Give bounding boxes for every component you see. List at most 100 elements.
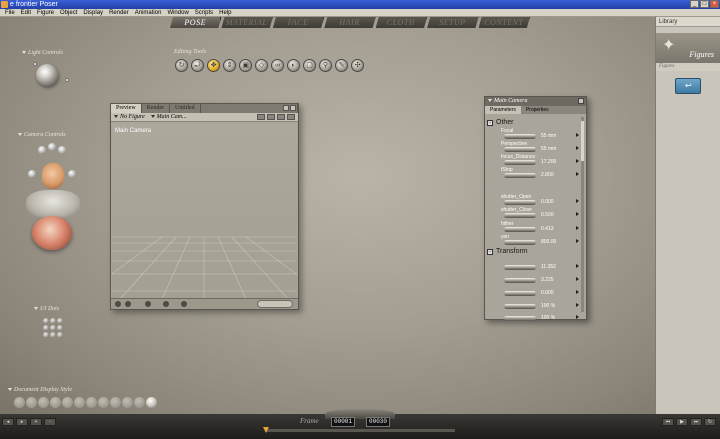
param-dial[interactable] [504,134,536,139]
display-style-button[interactable] [122,397,133,408]
maximize-button[interactable]: □ [700,0,709,8]
param-row[interactable]: Perspective 55 mm [501,141,581,153]
morphing-tool-icon[interactable]: ✎ [335,59,348,72]
light-control-ball[interactable] [36,64,58,86]
light-indicator-icon[interactable] [65,78,69,82]
delete-key-button[interactable]: - [44,418,56,426]
param-row[interactable]: 3.225 [501,272,581,284]
collapse-toggle-icon[interactable]: - [487,119,493,126]
dropdown-arrow-icon[interactable] [488,99,492,103]
camera-select-icon[interactable] [58,146,66,154]
ui-dot[interactable] [57,332,63,338]
ui-dot[interactable] [50,318,56,324]
display-style-button[interactable] [98,397,109,408]
ui-dot[interactable] [43,332,49,338]
collapse-toggle-icon[interactable]: - [487,248,493,255]
display-style-button-active[interactable] [146,397,157,408]
go-to-end-button[interactable]: ⏭ [690,418,702,426]
options-icon[interactable] [287,114,295,120]
tab-material[interactable]: MATERIAL [221,17,273,28]
folder-up-icon[interactable]: ↩ [675,78,701,94]
tab-hair[interactable]: HAIR [324,17,376,28]
ground-shadow-icon[interactable] [115,301,121,307]
close-icon[interactable] [578,98,584,104]
tab-properties[interactable]: Properties [521,106,554,114]
total-frames-field[interactable]: 00030 [366,417,391,427]
close-button[interactable]: × [710,0,719,8]
display-style-button[interactable] [38,397,49,408]
hand-camera-icon[interactable] [28,170,36,178]
param-menu-arrow-icon[interactable] [576,159,579,163]
param-menu-arrow-icon[interactable] [576,133,579,137]
param-dial[interactable] [504,200,536,205]
minimize-button[interactable]: _ [690,0,699,8]
param-row[interactable]: focus_Distance 17.200 [501,154,581,166]
param-dial[interactable] [504,291,536,296]
collapse-arrow-icon[interactable] [22,51,26,55]
param-menu-arrow-icon[interactable] [576,264,579,268]
ui-dot[interactable] [57,325,63,331]
param-menu-arrow-icon[interactable] [576,315,579,319]
tab-setup[interactable]: SETUP [427,17,479,28]
library-header[interactable]: Library [656,17,720,27]
view-magnifier-tool-icon[interactable]: ⚲ [319,59,332,72]
display-style-button[interactable] [50,397,61,408]
color-tool-icon[interactable]: ◐ [287,59,300,72]
param-dial[interactable] [504,304,536,309]
param-dial[interactable] [504,147,536,152]
menu-scripts[interactable]: Scripts [192,9,216,16]
display-style-button[interactable] [14,397,25,408]
param-menu-arrow-icon[interactable] [576,277,579,281]
library-category-figures[interactable]: ✦ Figures [656,33,720,63]
ui-dot[interactable] [50,325,56,331]
param-row[interactable]: 11.352 [501,259,581,271]
figure-select-menu[interactable]: No Figure [114,113,145,122]
next-key-button[interactable]: ▸ [16,418,28,426]
selected-actor-name[interactable]: Main Camera [494,98,528,104]
tab-cloth[interactable]: CLOTH [375,17,428,28]
menu-figure[interactable]: Figure [34,9,57,16]
camera-select-menu[interactable]: Main Cam... [150,113,187,122]
menu-animation[interactable]: Animation [132,9,165,16]
chain-break-tool-icon[interactable]: ∞ [271,59,284,72]
param-menu-arrow-icon[interactable] [576,172,579,176]
section-other[interactable]: - Other [487,119,514,126]
ui-dot[interactable] [43,325,49,331]
scrollbar-thumb[interactable] [581,121,584,161]
display-style-button[interactable] [86,397,97,408]
ui-dot[interactable] [50,332,56,338]
trackball-icon[interactable] [32,216,72,250]
menu-object[interactable]: Object [57,9,80,16]
param-dial[interactable] [504,160,536,165]
param-menu-arrow-icon[interactable] [576,212,579,216]
param-row[interactable]: fStop 2.800 [501,167,581,179]
param-row[interactable]: yon 800.00 [501,234,581,246]
tab-parameters[interactable]: Parameters [485,106,521,114]
loop-button[interactable]: ↻ [704,418,716,426]
scale-tool-icon[interactable]: ▣ [239,59,252,72]
section-transform[interactable]: - Transform [487,248,528,255]
param-row[interactable]: 100 % [501,298,581,310]
grouping-tool-icon[interactable]: ▢ [303,59,316,72]
menu-display[interactable]: Display [80,9,106,16]
menu-help[interactable]: Help [216,9,234,16]
param-dial[interactable] [504,227,536,232]
param-dial[interactable] [504,240,536,245]
texture-shaded-icon[interactable] [267,114,275,120]
display-style-button[interactable] [74,397,85,408]
current-frame-field[interactable]: 00001 [331,417,356,427]
close-icon[interactable] [290,105,296,111]
menu-file[interactable]: File [2,9,18,16]
param-menu-arrow-icon[interactable] [576,239,579,243]
camera-move-control[interactable] [26,190,80,218]
tab-content[interactable]: CONTENT [478,17,530,28]
background-color-icon[interactable] [163,301,169,307]
menu-window[interactable]: Window [164,9,191,16]
resize-icon[interactable] [283,105,289,111]
tab-face[interactable]: FACE [272,17,325,28]
param-dial[interactable] [504,265,536,270]
param-row[interactable]: 0.000 [501,285,581,297]
ui-dot[interactable] [57,318,63,324]
param-dial[interactable] [504,316,536,321]
foreground-color-icon[interactable] [181,301,187,307]
